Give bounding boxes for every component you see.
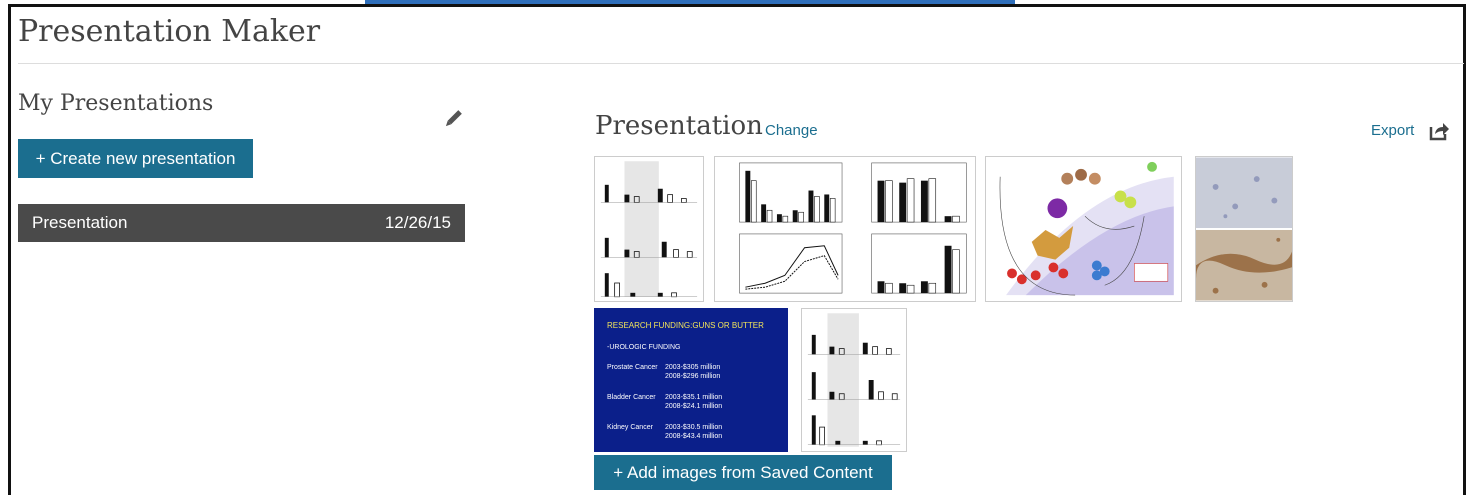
add-images-button[interactable]: + Add images from Saved Content	[594, 455, 892, 490]
slide-thumbnail-5[interactable]: RESEARCH FUNDING:GUNS OR BUTTER -UROLOGI…	[594, 308, 788, 452]
export-link[interactable]: Export	[1371, 122, 1414, 139]
slide-thumbnail-4[interactable]	[1195, 156, 1293, 302]
app-title: Presentation Maker	[18, 14, 321, 49]
slide-row-values: 2003-$305 million 2008-$296 million	[665, 364, 721, 380]
presentation-heading: Presentation	[595, 111, 763, 141]
slide-thumbnail-1[interactable]	[594, 156, 704, 302]
slide-title-text: RESEARCH FUNDING:GUNS OR BUTTER	[607, 321, 764, 330]
bar-figure-image	[807, 313, 901, 447]
slide-row-label: Kidney Cancer	[607, 424, 653, 431]
change-link[interactable]: Change	[765, 122, 818, 139]
slide-subtitle-text: -UROLOGIC FUNDING	[607, 344, 681, 351]
presentation-date: 12/26/15	[384, 213, 451, 232]
bar-figure-image	[600, 161, 698, 298]
slide-thumbnail-3[interactable]	[985, 156, 1182, 302]
pencil-icon[interactable]	[442, 108, 464, 130]
pathway-diagram-image	[999, 161, 1174, 296]
slide-row-label: Bladder Cancer	[607, 394, 656, 401]
slide-row-values: 2003-$35.1 million 2008-$24.1 million	[665, 394, 723, 410]
share-arrow-icon[interactable]	[1428, 121, 1450, 141]
presentation-list-item[interactable]: Presentation 12/26/15	[18, 204, 465, 242]
presentation-name: Presentation	[32, 213, 128, 232]
multi-panel-chart-image	[739, 162, 967, 294]
slide-thumbnail-6[interactable]	[801, 308, 907, 452]
title-divider	[18, 63, 1464, 64]
create-presentation-button[interactable]: + Create new presentation	[18, 139, 253, 178]
tissue-micrograph-image	[1196, 157, 1292, 301]
slide-thumbnail-2[interactable]	[714, 156, 976, 302]
slide-row-values: 2003-$30.5 million 2008-$43.4 million	[665, 424, 723, 440]
slide-row-label: Prostate Cancer	[607, 364, 658, 371]
my-presentations-title: My Presentations	[18, 91, 214, 116]
